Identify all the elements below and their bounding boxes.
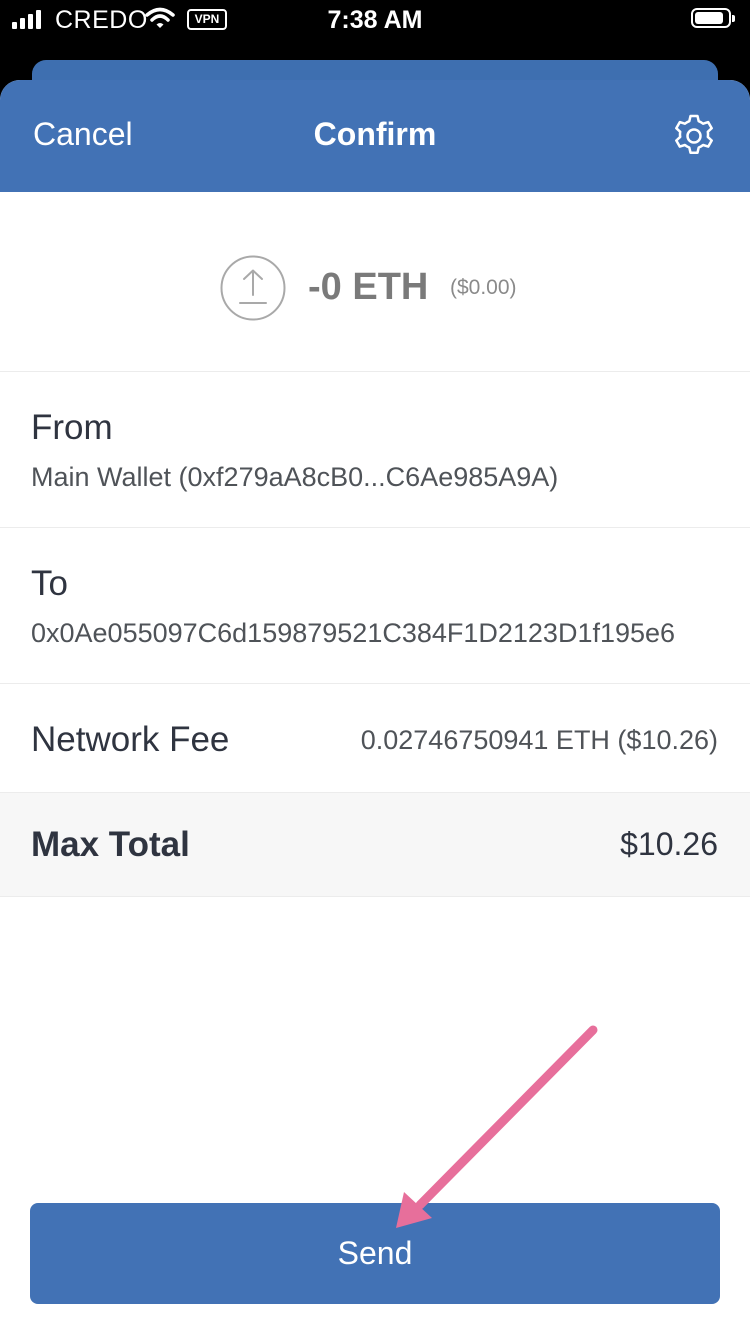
status-bar: CREDO VPN 7:38 AM	[0, 0, 750, 40]
max-total-value: $10.26	[620, 826, 718, 862]
network-fee-value: 0.02746750941 ETH ($10.26)	[360, 725, 718, 755]
max-total-label: Max Total	[31, 825, 190, 864]
upload-arrow-icon	[220, 255, 286, 321]
network-fee-label: Network Fee	[31, 720, 230, 759]
divider	[0, 683, 750, 684]
max-total-row: Max Total $10.26	[0, 792, 750, 897]
nav-bar: Cancel Confirm	[0, 80, 750, 192]
divider	[0, 371, 750, 372]
gear-icon[interactable]	[670, 112, 718, 160]
from-label: From	[31, 408, 113, 447]
to-address: 0x0Ae055097C6d159879521C384F1D2123D1f195…	[31, 618, 676, 648]
send-button[interactable]: Send	[30, 1203, 720, 1304]
battery-icon	[691, 8, 735, 28]
to-label: To	[31, 564, 68, 603]
clock: 7:38 AM	[327, 6, 423, 34]
from-value: Main Wallet (0xf279aA8cB0...C6Ae985A9A)	[31, 462, 559, 492]
divider	[0, 527, 750, 528]
cancel-button[interactable]: Cancel	[33, 116, 133, 153]
send-amount: -0 ETH	[308, 266, 429, 308]
send-amount-fiat: ($0.00)	[450, 276, 517, 299]
confirm-sheet: Cancel Confirm -0 ETH ($0.00) From Main …	[0, 80, 750, 1334]
